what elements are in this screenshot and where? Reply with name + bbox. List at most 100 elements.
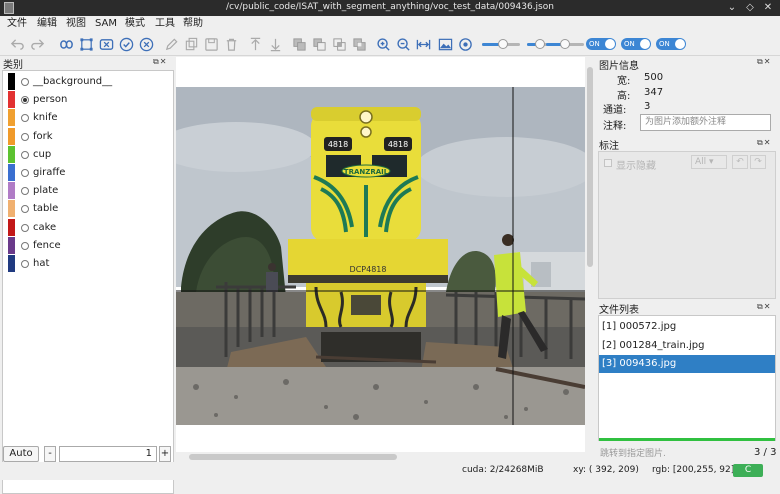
category-item[interactable]: person (3, 91, 173, 109)
menu-edit[interactable]: 编辑 (37, 17, 57, 31)
category-radio[interactable] (21, 205, 29, 214)
channels-label: 通道: (603, 105, 627, 116)
annotation-next-icon[interactable]: ↷ (750, 155, 766, 169)
cancel-icon[interactable] (98, 36, 115, 53)
file-list-title: 文件列表 (599, 305, 639, 316)
group-minus-button[interactable]: - (44, 446, 56, 462)
file-progress-bar (599, 438, 775, 441)
category-item[interactable]: __background__ (3, 73, 173, 91)
category-item[interactable]: knife (3, 109, 173, 127)
menu-sam[interactable]: SAM (95, 17, 117, 31)
dock-float-close-icons[interactable]: ⧉✕ (153, 57, 167, 67)
train-photo: 4818 4818 TRANZRAIL DCP4818 (176, 87, 585, 425)
category-color-swatch (8, 218, 15, 236)
edit-icon[interactable] (163, 36, 180, 53)
loco-logo: TRANZRAIL (344, 168, 389, 176)
menu-help[interactable]: 帮助 (183, 17, 203, 31)
fit-window-icon[interactable] (415, 36, 432, 53)
undo-icon[interactable] (9, 36, 26, 53)
category-item[interactable]: hat (3, 255, 173, 273)
mask-alpha-slider[interactable] (482, 39, 520, 49)
canvas-horizontal-scrollbar[interactable] (176, 452, 596, 462)
canvas-vertical-scrollbar[interactable] (585, 57, 595, 452)
loco-number-left: 4818 (328, 140, 348, 149)
menu-view[interactable]: 视图 (66, 17, 86, 31)
category-color-swatch (8, 182, 15, 200)
category-radio[interactable] (21, 260, 29, 268)
category-item[interactable]: table (3, 200, 173, 218)
annotation-dock-title: 标注 (599, 141, 619, 152)
category-radio[interactable] (21, 169, 29, 177)
menu-file[interactable]: 文件 (7, 17, 27, 31)
category-label: plate (33, 185, 59, 197)
category-radio[interactable] (21, 96, 29, 105)
category-color-swatch (8, 91, 15, 109)
category-color-swatch (8, 164, 15, 181)
file-list-item[interactable]: [2] 001284_train.jpg (599, 337, 775, 355)
category-radio[interactable] (21, 150, 29, 159)
auto-group-button[interactable]: Auto (3, 446, 39, 462)
category-radio[interactable] (21, 78, 29, 86)
category-item[interactable]: cake (3, 218, 173, 237)
finish-icon[interactable] (118, 36, 135, 53)
zoom-in-icon[interactable] (375, 36, 392, 53)
image-note-input[interactable]: 为图片添加额外注释 (640, 114, 771, 131)
minimize-icon[interactable]: ⌄ (725, 1, 739, 15)
show-hidden-checkbox[interactable] (604, 159, 612, 167)
line-width-slider[interactable] (546, 39, 584, 49)
intersect-icon[interactable] (331, 36, 348, 53)
category-radio[interactable] (21, 241, 29, 250)
annotation-filter-select[interactable]: All ▾ (691, 155, 727, 169)
category-radio[interactable] (21, 132, 29, 141)
loco-side-number: DCP4818 (350, 265, 387, 274)
show-mask-icon[interactable] (457, 36, 474, 53)
file-list-item[interactable]: [1] 000572.jpg (599, 318, 775, 336)
category-radio[interactable] (21, 114, 29, 123)
group-plus-button[interactable]: + (159, 446, 171, 462)
subtract-icon[interactable] (311, 36, 328, 53)
delete-icon[interactable] (138, 36, 155, 53)
group-id-input[interactable]: 1 (59, 446, 157, 462)
category-radio[interactable] (21, 223, 29, 232)
close-window-icon[interactable]: ✕ (761, 1, 775, 15)
image-canvas[interactable]: 4818 4818 TRANZRAIL DCP4818 (176, 57, 585, 463)
annotation-dock-buttons[interactable]: ⧉✕ (757, 138, 771, 148)
copy-icon[interactable] (183, 36, 200, 53)
hscroll-thumb[interactable] (189, 454, 397, 460)
show-image-icon[interactable] (437, 36, 454, 53)
toggle-3[interactable]: ON (656, 38, 686, 50)
save-icon[interactable] (203, 36, 220, 53)
draw-polygon-icon[interactable] (78, 36, 95, 53)
segment-anything-icon[interactable] (58, 36, 75, 53)
file-list-item[interactable]: [3] 009436.jpg (599, 355, 775, 373)
delete-annotation-icon[interactable] (223, 36, 240, 53)
category-item[interactable]: plate (3, 182, 173, 200)
to-bottom-icon[interactable] (267, 36, 284, 53)
category-label: hat (33, 258, 50, 269)
image-info-title: 图片信息 (599, 61, 639, 72)
image-info-dock-buttons[interactable]: ⧉✕ (757, 57, 771, 67)
toggle-1[interactable]: ON (586, 38, 616, 50)
file-list-dock-buttons[interactable]: ⧉✕ (757, 302, 771, 312)
isat-main-window: /cv/public_code/ISAT_with_segment_anythi… (0, 0, 780, 494)
zoom-out-icon[interactable] (395, 36, 412, 53)
category-item[interactable]: fork (3, 127, 173, 146)
menu-mode[interactable]: 模式 (125, 17, 145, 31)
cursor-xy: xy: ( 392, 209) (573, 465, 639, 475)
toggle-2[interactable]: ON (621, 38, 651, 50)
menu-tools[interactable]: 工具 (155, 17, 175, 31)
category-radio[interactable] (21, 187, 29, 196)
note-label: 注释: (603, 121, 627, 132)
exclude-icon[interactable] (351, 36, 368, 53)
vscroll-thumb[interactable] (587, 67, 593, 267)
category-item[interactable]: cup (3, 145, 173, 164)
category-item[interactable]: giraffe (3, 164, 173, 182)
category-item[interactable]: fence (3, 236, 173, 255)
to-top-icon[interactable] (247, 36, 264, 53)
jump-to-image-input[interactable]: 跳转到指定图片. (596, 446, 748, 462)
redo-icon[interactable] (29, 36, 46, 53)
maximize-icon[interactable]: ◇ (743, 1, 757, 15)
union-icon[interactable] (291, 36, 308, 53)
annotation-prev-icon[interactable]: ↶ (732, 155, 748, 169)
title-bar: /cv/public_code/ISAT_with_segment_anythi… (0, 0, 780, 16)
